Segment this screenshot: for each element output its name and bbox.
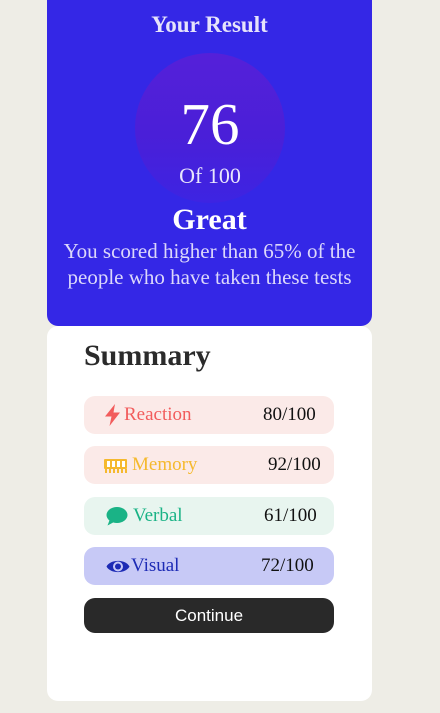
result-card: Your Result 76 Of 100 Great You scored h… xyxy=(47,0,372,326)
summary-row-verbal-label-group: Verbal xyxy=(106,497,183,535)
lightning-bolt-icon xyxy=(104,404,121,426)
grade-description: You scored higher than 65% of the people… xyxy=(63,239,356,289)
summary-row-score: 80/100 xyxy=(263,404,316,425)
summary-title: Summary xyxy=(84,339,211,372)
summary-row-memory: Memory 92/100 xyxy=(84,446,334,484)
eye-icon xyxy=(106,558,130,575)
summary-row-score: 92/100 xyxy=(268,454,321,475)
summary-row-score: 61/100 xyxy=(264,505,317,526)
continue-button[interactable]: Continue xyxy=(84,598,334,633)
score-value: 76 xyxy=(180,91,240,157)
summary-row-visual-label-group: Visual xyxy=(106,547,179,585)
summary-row-score: 72/100 xyxy=(261,555,314,576)
summary-row-verbal: Verbal 61/100 xyxy=(84,497,334,535)
summary-row-visual: Visual 72/100 xyxy=(84,547,334,585)
score-circle: 76 Of 100 xyxy=(135,53,285,203)
summary-row-label: Visual xyxy=(131,555,180,576)
summary-row-label: Reaction xyxy=(124,404,192,425)
score-total: Of 100 xyxy=(179,163,241,188)
summary-row-label: Memory xyxy=(132,454,198,475)
chat-bubble-icon xyxy=(106,506,128,526)
memory-chip-icon xyxy=(104,458,127,473)
summary-row-memory-label-group: Memory xyxy=(104,446,197,484)
result-heading: Your Result xyxy=(151,12,268,37)
grade-label: Great xyxy=(172,203,247,236)
summary-row-reaction: Reaction 80/100 xyxy=(84,396,334,434)
summary-row-reaction-label-group: Reaction xyxy=(104,396,192,434)
summary-card: Summary Reaction 80/100 Memory 92/100 Ve… xyxy=(47,326,372,701)
summary-row-label: Verbal xyxy=(133,505,183,526)
